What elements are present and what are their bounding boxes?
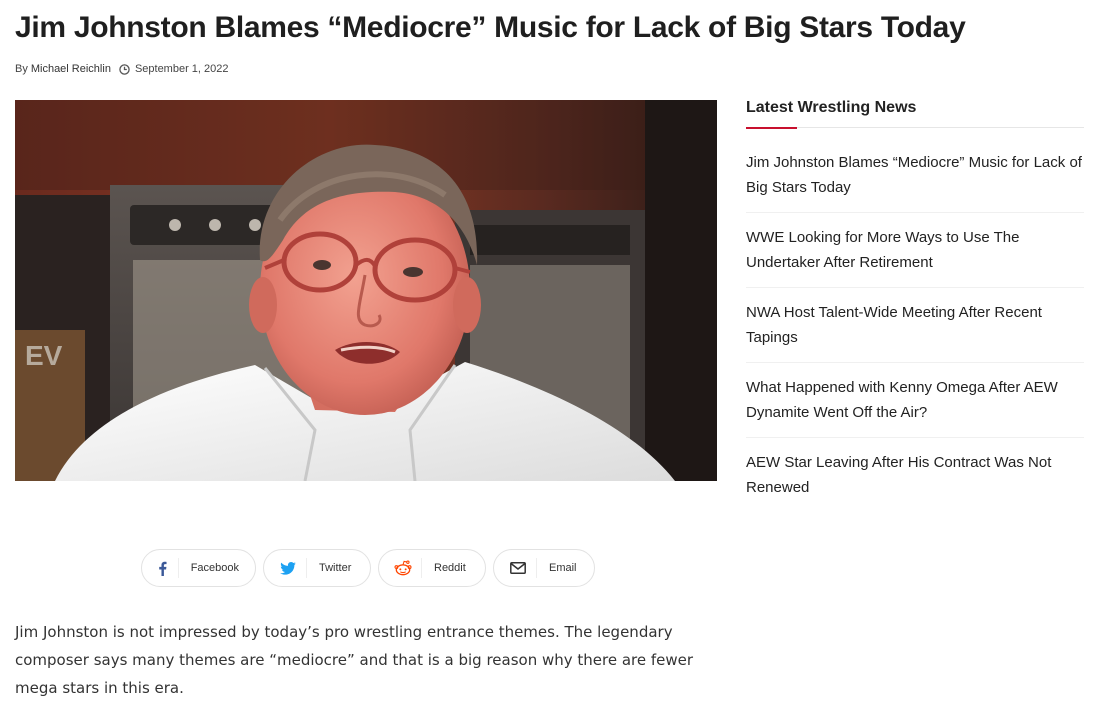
sidebar-title: Latest Wrestling News: [746, 99, 917, 116]
twitter-icon: [270, 550, 306, 586]
share-bar: Facebook Twitter Reddit Email: [141, 549, 595, 587]
facebook-icon: [148, 550, 178, 586]
clock-icon: [119, 63, 130, 75]
news-list: Jim Johnston Blames “Mediocre” Music for…: [746, 150, 1084, 512]
sidebar-divider-accent: [746, 127, 797, 129]
reddit-label: Reddit: [421, 558, 482, 578]
email-label: Email: [536, 558, 593, 578]
author-link[interactable]: Michael Reichlin: [31, 61, 111, 77]
article-meta: By Michael Reichlin September 1, 2022: [15, 61, 229, 77]
reddit-icon: [385, 550, 421, 586]
share-email-button[interactable]: Email: [493, 549, 595, 587]
sidebar-latest-news: Latest Wrestling News Jim Johnston Blame…: [746, 96, 1084, 524]
news-item-link[interactable]: NWA Host Talent-Wide Meeting After Recen…: [746, 300, 1084, 363]
featured-image: EV: [15, 100, 717, 481]
news-item-link[interactable]: Jim Johnston Blames “Mediocre” Music for…: [746, 150, 1084, 213]
news-item-link[interactable]: What Happened with Kenny Omega After AEW…: [746, 375, 1084, 438]
news-item-link[interactable]: WWE Looking for More Ways to Use The Und…: [746, 225, 1084, 288]
article-page: Jim Johnston Blames “Mediocre” Music for…: [0, 0, 1110, 714]
featured-image-illustration: EV: [15, 100, 717, 481]
news-item-link[interactable]: AEW Star Leaving After His Contract Was …: [746, 450, 1084, 512]
share-twitter-button[interactable]: Twitter: [263, 549, 371, 587]
amp-logo-text: EV: [25, 340, 63, 371]
publish-date: September 1, 2022: [134, 63, 229, 75]
byline-prefix: By: [15, 63, 28, 75]
share-facebook-button[interactable]: Facebook: [141, 549, 256, 587]
facebook-label: Facebook: [177, 558, 255, 578]
share-reddit-button[interactable]: Reddit: [378, 549, 486, 587]
article-body-paragraph: Jim Johnston is not impressed by today’s…: [15, 623, 694, 697]
article-title: Jim Johnston Blames “Mediocre” Music for…: [15, 11, 966, 44]
envelope-icon: [500, 550, 536, 586]
twitter-label: Twitter: [306, 558, 367, 578]
sidebar-divider: [746, 127, 1084, 130]
